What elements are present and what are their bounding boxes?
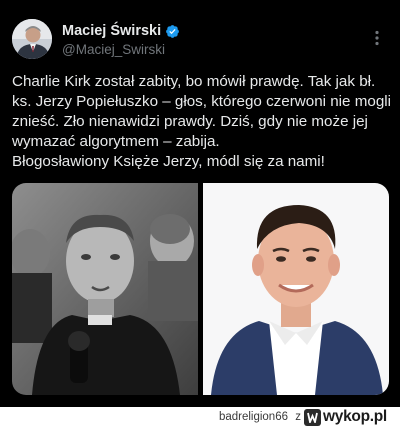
tweet-text-line: Błogosławiony Księże Jerzy, módl się za …: [12, 153, 325, 170]
watermark-footer: badreligion66 z wykop.pl: [0, 407, 400, 428]
verified-badge-icon: [165, 24, 180, 39]
tweet-text-line: Charlie Kirk został zabity, bo mówił pra…: [12, 73, 376, 90]
media-photo-color[interactable]: [203, 183, 389, 395]
footer-separator: z: [295, 411, 301, 423]
wykop-logo-icon: [304, 408, 321, 426]
uploader-username[interactable]: badreligion66: [219, 411, 288, 423]
tweet-media: [12, 183, 389, 395]
author-names: Maciej Świrski @Maciej_Swirski: [62, 23, 180, 57]
wykop-logo[interactable]: wykop.pl: [304, 408, 392, 426]
tweet-card: Maciej Świrski @Maciej_Swirski Charlie K…: [0, 0, 400, 407]
tweet-text-line: wymazać algorytmem – zabija.: [12, 133, 220, 150]
author-handle[interactable]: @Maciej_Swirski: [62, 42, 180, 57]
tweet-text: Charlie Kirk został zabity, bo mówił pra…: [12, 72, 394, 172]
tweet-text-line: ks. Jerzy Popiełuszko – głos, którego cz…: [12, 93, 392, 110]
more-options-icon[interactable]: [368, 29, 386, 47]
tweet-header: Maciej Świrski @Maciej_Swirski: [12, 19, 388, 63]
tweet-text-line: znieść. Zło nienawidzi prawdy. Dziś, gdy…: [12, 113, 368, 130]
author-display-name[interactable]: Maciej Świrski: [62, 23, 161, 39]
wykop-logo-text: wykop.pl: [323, 408, 387, 425]
media-photo-black-white[interactable]: [12, 183, 198, 395]
avatar[interactable]: [12, 19, 52, 59]
